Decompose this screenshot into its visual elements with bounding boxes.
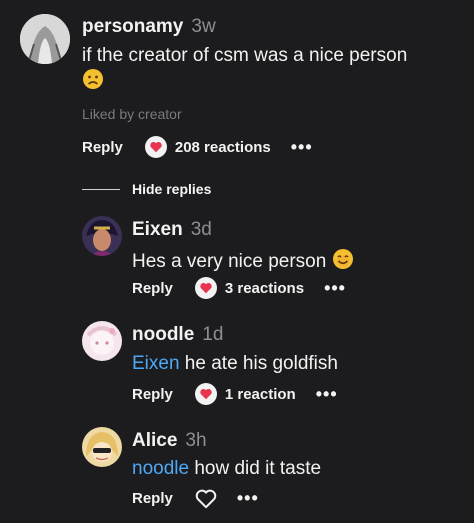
reply-time: 1d (202, 324, 224, 345)
reply-button[interactable]: Reply (132, 386, 173, 403)
reply-actions: Reply 1 reaction ••• (132, 383, 338, 405)
hide-replies-toggle[interactable]: Hide replies (82, 181, 211, 197)
reply-button[interactable]: Reply (132, 280, 173, 297)
frown-emoji-icon (82, 68, 104, 95)
avatar[interactable] (20, 14, 70, 64)
hide-replies-label: Hide replies (132, 181, 212, 197)
reactions-count: 1 reaction (224, 385, 296, 403)
reply-time: 3d (190, 219, 212, 240)
reply-username[interactable]: noodle 1d (132, 324, 223, 346)
reactions-button[interactable]: 1 reaction (194, 383, 296, 405)
reply-button[interactable]: Reply (132, 490, 173, 507)
heart-reaction-icon (194, 383, 217, 405)
reply-actions: Reply 3 reactions ••• (132, 277, 346, 299)
username-text[interactable]: Eixen (132, 219, 183, 240)
reply-text: noodle how did it taste (132, 458, 321, 480)
more-options-icon[interactable]: ••• (237, 488, 259, 509)
reply-text-content: Hes a very nice person (132, 251, 327, 273)
divider-line (82, 188, 120, 190)
comment-username[interactable]: personamy 3w (82, 16, 216, 38)
reply-text: Hes a very nice person (132, 248, 354, 276)
more-options-icon[interactable]: ••• (316, 384, 338, 405)
reactions-count: 208 reactions (174, 138, 271, 156)
mention-link[interactable]: noodle (132, 458, 189, 479)
reply-text-content: he ate his goldfish (179, 353, 338, 374)
mention-link[interactable]: Eixen (132, 353, 180, 374)
avatar-image (20, 14, 70, 64)
heart-reaction-icon (194, 277, 217, 299)
comment-time: 3w (191, 16, 216, 37)
reply-button[interactable]: Reply (82, 139, 123, 156)
reactions-count: 3 reactions (224, 279, 305, 297)
reply-text: Eixen he ate his goldfish (132, 353, 338, 375)
reply-actions: Reply ••• (132, 488, 259, 509)
heart-reaction-icon (144, 136, 167, 158)
comment-text: if the creator of csm was a nice person (82, 45, 408, 66)
avatar[interactable] (82, 427, 122, 467)
reply-text-content: how did it taste (189, 458, 322, 479)
avatar-image (82, 216, 122, 256)
reply-username[interactable]: Eixen 3d (132, 219, 212, 241)
more-options-icon[interactable]: ••• (291, 137, 313, 158)
more-options-icon[interactable]: ••• (324, 278, 346, 299)
avatar-image (82, 427, 122, 467)
avatar[interactable] (82, 216, 122, 256)
reply-username[interactable]: Alice 3h (132, 430, 207, 452)
like-heart-outline-icon[interactable] (195, 489, 217, 509)
avatar[interactable] (82, 321, 122, 361)
username-text[interactable]: noodle (132, 324, 194, 345)
comment-actions: Reply 208 reactions ••• (82, 136, 313, 158)
reply-time: 3h (185, 430, 207, 451)
reactions-button[interactable]: 3 reactions (194, 277, 305, 299)
username-text[interactable]: Alice (132, 430, 177, 451)
liked-by-creator-note: Liked by creator (82, 106, 182, 122)
username-text[interactable]: personamy (82, 16, 183, 37)
avatar-image (82, 321, 122, 361)
smile-emoji-icon (332, 248, 354, 276)
reactions-button[interactable]: 208 reactions (144, 136, 271, 158)
